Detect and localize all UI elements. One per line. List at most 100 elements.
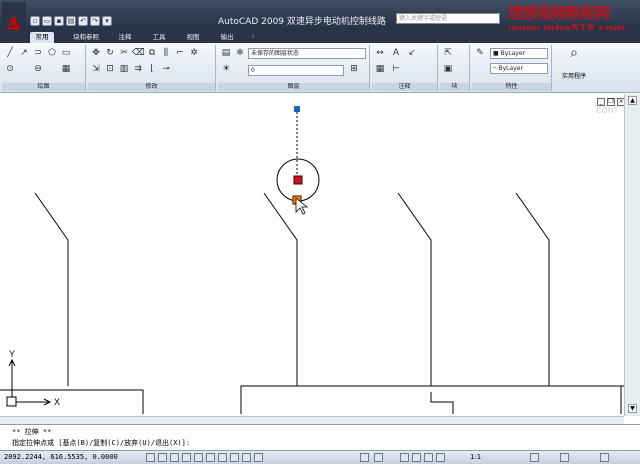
- grip-blue: [294, 106, 300, 112]
- hatch-icon[interactable]: ▦: [60, 63, 72, 75]
- polygon-icon[interactable]: ⬠: [46, 47, 58, 59]
- contact-line-4: [515, 192, 550, 386]
- layer-on-icon[interactable]: ☀: [220, 63, 232, 75]
- undo-icon[interactable]: ↶: [78, 16, 88, 26]
- layer-dropdown[interactable]: 0: [248, 65, 344, 76]
- layer-state-dropdown[interactable]: 未保存的图层状态: [248, 48, 366, 59]
- search-input[interactable]: 键入关键字或短语: [396, 13, 500, 24]
- dyn-toggle[interactable]: [230, 453, 239, 462]
- contact-line-1: [34, 192, 69, 386]
- panel-properties-label: 特性: [472, 83, 551, 91]
- ducs-toggle[interactable]: [218, 453, 227, 462]
- horizontal-scrollbar[interactable]: [0, 416, 624, 424]
- table-icon[interactable]: ▦: [374, 63, 386, 75]
- layer-properties-icon[interactable]: ▤: [220, 47, 232, 59]
- drawing-canvas[interactable]: Y X _ ❐ ×: [0, 94, 625, 416]
- tab-view[interactable]: 视图: [180, 32, 206, 43]
- leader-icon[interactable]: ↙: [406, 47, 418, 59]
- circle-icon[interactable]: ⊙: [4, 63, 16, 75]
- scroll-up-icon[interactable]: ▲: [628, 96, 637, 105]
- insert-block-icon[interactable]: ⇱: [442, 47, 454, 59]
- qp-toggle[interactable]: [254, 453, 263, 462]
- tab-home[interactable]: 常用: [30, 32, 54, 43]
- vertical-scrollbar[interactable]: ▲ ▼: [624, 94, 640, 416]
- panel-layers-label: 图层: [218, 83, 369, 91]
- lineweight-toggle[interactable]: [242, 453, 251, 462]
- offset-icon[interactable]: ⇉: [132, 63, 144, 75]
- annotation-scale[interactable]: 1:1: [470, 453, 481, 461]
- polyline-icon[interactable]: ↗: [18, 47, 30, 59]
- mirror-icon[interactable]: ⫼: [160, 47, 172, 59]
- command-prompt[interactable]: 指定拉伸点或 [基点(B)/复制(C)/放弃(U)/退出(X)]:: [12, 438, 190, 448]
- copy-icon[interactable]: ⧉: [146, 47, 158, 59]
- erase-icon[interactable]: ⌫: [132, 47, 145, 59]
- layer-freeze-icon[interactable]: ❄: [234, 47, 246, 59]
- tab-tools[interactable]: 工具: [146, 32, 172, 43]
- command-line[interactable]: ** 拉伸 ** 指定拉伸点或 [基点(B)/复制(C)/放弃(U)/退出(X)…: [0, 424, 640, 450]
- polar-toggle[interactable]: [182, 453, 191, 462]
- qat-dropdown-icon[interactable]: ▾: [102, 16, 112, 26]
- pan-icon[interactable]: [400, 453, 409, 462]
- panel-block: ⇱ ▣ 块: [440, 45, 470, 91]
- line-icon[interactable]: ╱: [4, 47, 16, 59]
- tab-annotate[interactable]: 注释: [112, 32, 138, 43]
- coordinate-readout: 2092.2244, 616.5535, 0.0000: [4, 453, 118, 461]
- chamfer-icon[interactable]: ⌊: [146, 63, 158, 75]
- multiline-text-icon[interactable]: A: [390, 47, 402, 59]
- linear-dim-icon[interactable]: ⊢: [390, 63, 402, 75]
- grip-red: [293, 175, 303, 185]
- steering-wheel-icon[interactable]: [424, 453, 433, 462]
- panel-annotation: ↔ A ↙ ▦ ⊢ 注释: [372, 45, 438, 91]
- grid-toggle[interactable]: [158, 453, 167, 462]
- ribbon: ╱ ↗ ⊃ ⬠ ▭ ⊙ ⊖ ▦ 绘图 ✥ ↻ ✂ ⌫ ⧉ ⫼ ⌐ ✲ ⇲ ⊡ ▥…: [0, 43, 640, 93]
- open-file-icon[interactable]: ▭: [42, 16, 52, 26]
- print-icon[interactable]: ▤: [66, 16, 76, 26]
- lock-icon[interactable]: [560, 453, 569, 462]
- osnap-toggle[interactable]: [194, 453, 203, 462]
- panel-block-label: 块: [440, 83, 469, 91]
- showmotion-icon[interactable]: [436, 453, 445, 462]
- match-properties-icon[interactable]: ✎: [474, 47, 486, 59]
- break-icon[interactable]: ⊸: [160, 63, 172, 75]
- clean-screen-icon[interactable]: [600, 453, 609, 462]
- array-icon[interactable]: ▥: [118, 63, 130, 75]
- utilities-label[interactable]: 实用程序: [554, 71, 594, 80]
- stretch-icon[interactable]: ⇲: [90, 63, 102, 75]
- measure-icon[interactable]: ⌕: [566, 46, 582, 63]
- rotate-icon[interactable]: ↻: [104, 47, 116, 59]
- ortho-toggle[interactable]: [170, 453, 179, 462]
- panel-draw-label: 绘图: [2, 83, 85, 91]
- contact-line-3: [397, 192, 432, 386]
- explode-icon[interactable]: ✲: [188, 47, 200, 59]
- panel-utilities: ⌕ 实用程序: [554, 45, 594, 91]
- zoom-icon[interactable]: [412, 453, 421, 462]
- color-dropdown[interactable]: ■ ByLayer: [490, 48, 548, 59]
- ellipse-icon[interactable]: ⊖: [32, 63, 44, 75]
- tab-output[interactable]: 输出: [214, 32, 240, 43]
- otrack-toggle[interactable]: [206, 453, 215, 462]
- dimension-icon[interactable]: ↔: [374, 47, 386, 59]
- fillet-icon[interactable]: ⌐: [174, 47, 186, 59]
- scroll-down-icon[interactable]: ▼: [628, 404, 637, 413]
- linetype-dropdown[interactable]: ─ ByLayer: [490, 63, 548, 74]
- layer-match-icon[interactable]: ⊞: [348, 63, 360, 75]
- trim-icon[interactable]: ✂: [118, 47, 130, 59]
- panel-draw: ╱ ↗ ⊃ ⬠ ▭ ⊙ ⊖ ▦ 绘图: [2, 45, 86, 91]
- save-icon[interactable]: ▪: [54, 16, 64, 26]
- tab-extra-icon[interactable]: ◦: [246, 32, 260, 43]
- panel-annotation-label: 注释: [372, 83, 437, 91]
- create-block-icon[interactable]: ▣: [442, 63, 454, 75]
- panel-layers: ▤ ❄ 未保存的图层状态 ☀ 0 ⊞ 图层: [218, 45, 370, 91]
- tab-blocks[interactable]: 块和参照: [66, 32, 106, 43]
- move-icon[interactable]: ✥: [90, 47, 102, 59]
- panel-modify-label: 修改: [88, 83, 215, 91]
- rotate-arc-icon[interactable]: ⊃: [32, 47, 44, 59]
- model-icon[interactable]: [360, 453, 369, 462]
- rectangle-icon[interactable]: ▭: [60, 47, 72, 59]
- layout-icon[interactable]: [374, 453, 383, 462]
- scale-icon[interactable]: ⊡: [104, 63, 116, 75]
- workspace-icon[interactable]: [530, 453, 539, 462]
- snap-toggle[interactable]: [146, 453, 155, 462]
- new-file-icon[interactable]: ▫: [30, 16, 40, 26]
- redo-icon[interactable]: ↷: [90, 16, 100, 26]
